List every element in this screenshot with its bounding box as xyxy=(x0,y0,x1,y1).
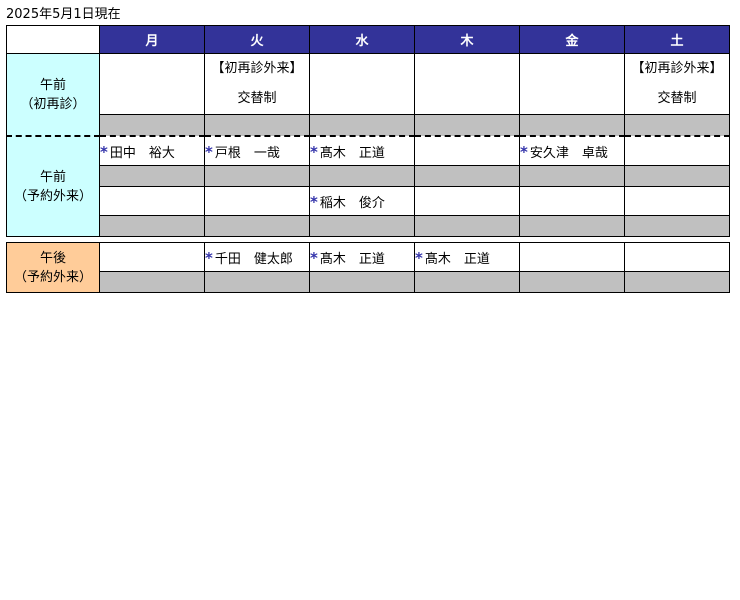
asterisk-icon: * xyxy=(205,248,213,267)
gray-cell xyxy=(519,271,625,293)
rotation-label: 交替制 xyxy=(237,91,277,106)
doctor-name: 髙木 正道 xyxy=(319,251,385,267)
doctor-name: 田中 裕大 xyxy=(109,145,175,161)
pm-reserved-row-1: 午後 （予約外来） * 千田 健太郎 * 髙木 正道 * 髙木 正道 xyxy=(6,242,730,293)
day-header-row: 月 火 水 木 金 土 xyxy=(6,25,730,54)
gray-cell xyxy=(204,271,310,293)
asterisk-icon: * xyxy=(100,142,108,161)
doctor-name: 髙木 正道 xyxy=(424,251,490,267)
corner-cell xyxy=(6,25,100,54)
gray-cell xyxy=(624,165,730,187)
gray-cell xyxy=(309,271,415,293)
am-first-cell-thu xyxy=(414,53,520,115)
doctor-cell-thu: * 髙木 正道 xyxy=(414,242,520,272)
doctor-cell-fri xyxy=(519,186,625,216)
pm-reserved-gray-row xyxy=(7,271,730,293)
gray-cell xyxy=(204,114,310,137)
day-header-thu: 木 xyxy=(414,25,520,54)
gray-cell xyxy=(624,114,730,137)
am-first-row: 午前 （初再診） 【初再診外来】 交替制 【初再診外来】 交替制 xyxy=(6,53,730,137)
pm-reserved-label-line2: （予約外来） xyxy=(13,269,92,285)
day-header-wed: 水 xyxy=(309,25,415,54)
am-reserved-label: 午前 （予約外来） xyxy=(6,135,100,237)
day-header-mon: 月 xyxy=(99,25,205,54)
asterisk-icon: * xyxy=(310,248,318,267)
gray-cell xyxy=(414,215,520,237)
pm-reserved-label: 午後 （予約外来） xyxy=(6,242,100,293)
am-reserved-row-1: 午前 （予約外来） * 田中 裕大 * 戸根 一哉 * 髙木 正道 * 安久津 卓哉 xyxy=(6,135,730,237)
am-first-cell-sat: 【初再診外来】 交替制 xyxy=(624,53,730,115)
gray-cell xyxy=(309,114,415,137)
am-first-cell-fri xyxy=(519,53,625,115)
doctor-name: 千田 健太郎 xyxy=(214,251,293,267)
doctor-cell-fri xyxy=(519,242,625,272)
am-reserved-label-line1: 午前 xyxy=(39,169,66,185)
am-reserved-gray-row-2 xyxy=(7,215,730,237)
gray-cell xyxy=(204,165,310,187)
doctor-cell-mon: * 田中 裕大 xyxy=(99,135,205,166)
gray-cell xyxy=(414,114,520,137)
doctor-cell-tue xyxy=(204,186,310,216)
gray-cell xyxy=(99,165,205,187)
am-reserved-gray-row-1 xyxy=(7,165,730,187)
am-first-label-line1: 午前 xyxy=(39,77,66,93)
asterisk-icon: * xyxy=(205,142,213,161)
first-visit-clinic-label: 【初再診外来】 xyxy=(211,61,303,76)
doctor-name: 安久津 卓哉 xyxy=(529,145,608,161)
day-header-tue: 火 xyxy=(204,25,310,54)
as-of-date: 2025年5月1日現在 xyxy=(6,7,121,22)
rotation-label: 交替制 xyxy=(657,91,697,106)
doctor-cell-wed: * 髙木 正道 xyxy=(309,242,415,272)
asterisk-icon: * xyxy=(520,142,528,161)
am-first-cell-tue: 【初再診外来】 交替制 xyxy=(204,53,310,115)
doctor-name: 稲木 俊介 xyxy=(319,195,385,211)
day-header-sat: 土 xyxy=(624,25,730,54)
doctor-name: 戸根 一哉 xyxy=(214,145,280,161)
gray-cell xyxy=(309,165,415,187)
doctor-cell-wed: * 髙木 正道 xyxy=(309,135,415,166)
gray-cell xyxy=(519,165,625,187)
am-first-gray-row xyxy=(7,114,730,137)
gray-cell xyxy=(414,271,520,293)
doctor-cell-mon xyxy=(99,242,205,272)
day-header-fri: 金 xyxy=(519,25,625,54)
am-first-cell-mon xyxy=(99,53,205,115)
am-reserved-label-line2: （予約外来） xyxy=(13,188,92,204)
am-reserved-row-2: * 稲木 俊介 xyxy=(7,186,730,216)
gray-cell xyxy=(624,271,730,293)
asterisk-icon: * xyxy=(310,142,318,161)
doctor-name: 髙木 正道 xyxy=(319,145,385,161)
gray-cell xyxy=(99,271,205,293)
doctor-cell-tue: * 千田 健太郎 xyxy=(204,242,310,272)
am-first-label-line2: （初再診） xyxy=(20,96,86,112)
doctor-cell-tue: * 戸根 一哉 xyxy=(204,135,310,166)
doctor-cell-thu xyxy=(414,186,520,216)
am-first-cell-wed xyxy=(309,53,415,115)
doctor-cell-fri: * 安久津 卓哉 xyxy=(519,135,625,166)
gray-cell xyxy=(99,215,205,237)
am-first-label: 午前 （初再診） xyxy=(6,53,100,137)
gray-cell xyxy=(309,215,415,237)
gray-cell xyxy=(204,215,310,237)
gray-cell xyxy=(519,114,625,137)
doctor-cell-thu xyxy=(414,135,520,166)
first-visit-clinic-label: 【初再診外来】 xyxy=(631,61,723,76)
pm-reserved-label-line1: 午後 xyxy=(39,250,66,266)
afternoon-schedule-table: 午後 （予約外来） * 千田 健太郎 * 髙木 正道 * 髙木 正道 xyxy=(6,242,730,293)
gray-cell xyxy=(519,215,625,237)
morning-schedule-table: 月 火 水 木 金 土 午前 （初再診） 【初再診外来】 交替制 【初再診外来】交… xyxy=(6,25,730,237)
gray-cell xyxy=(624,215,730,237)
asterisk-icon: * xyxy=(310,192,318,211)
doctor-cell-wed: * 稲木 俊介 xyxy=(309,186,415,216)
asterisk-icon: * xyxy=(415,248,423,267)
doctor-cell-sat xyxy=(624,242,730,272)
gray-cell xyxy=(414,165,520,187)
doctor-cell-mon xyxy=(99,186,205,216)
doctor-cell-sat xyxy=(624,135,730,166)
gray-cell xyxy=(99,114,205,137)
doctor-cell-sat xyxy=(624,186,730,216)
